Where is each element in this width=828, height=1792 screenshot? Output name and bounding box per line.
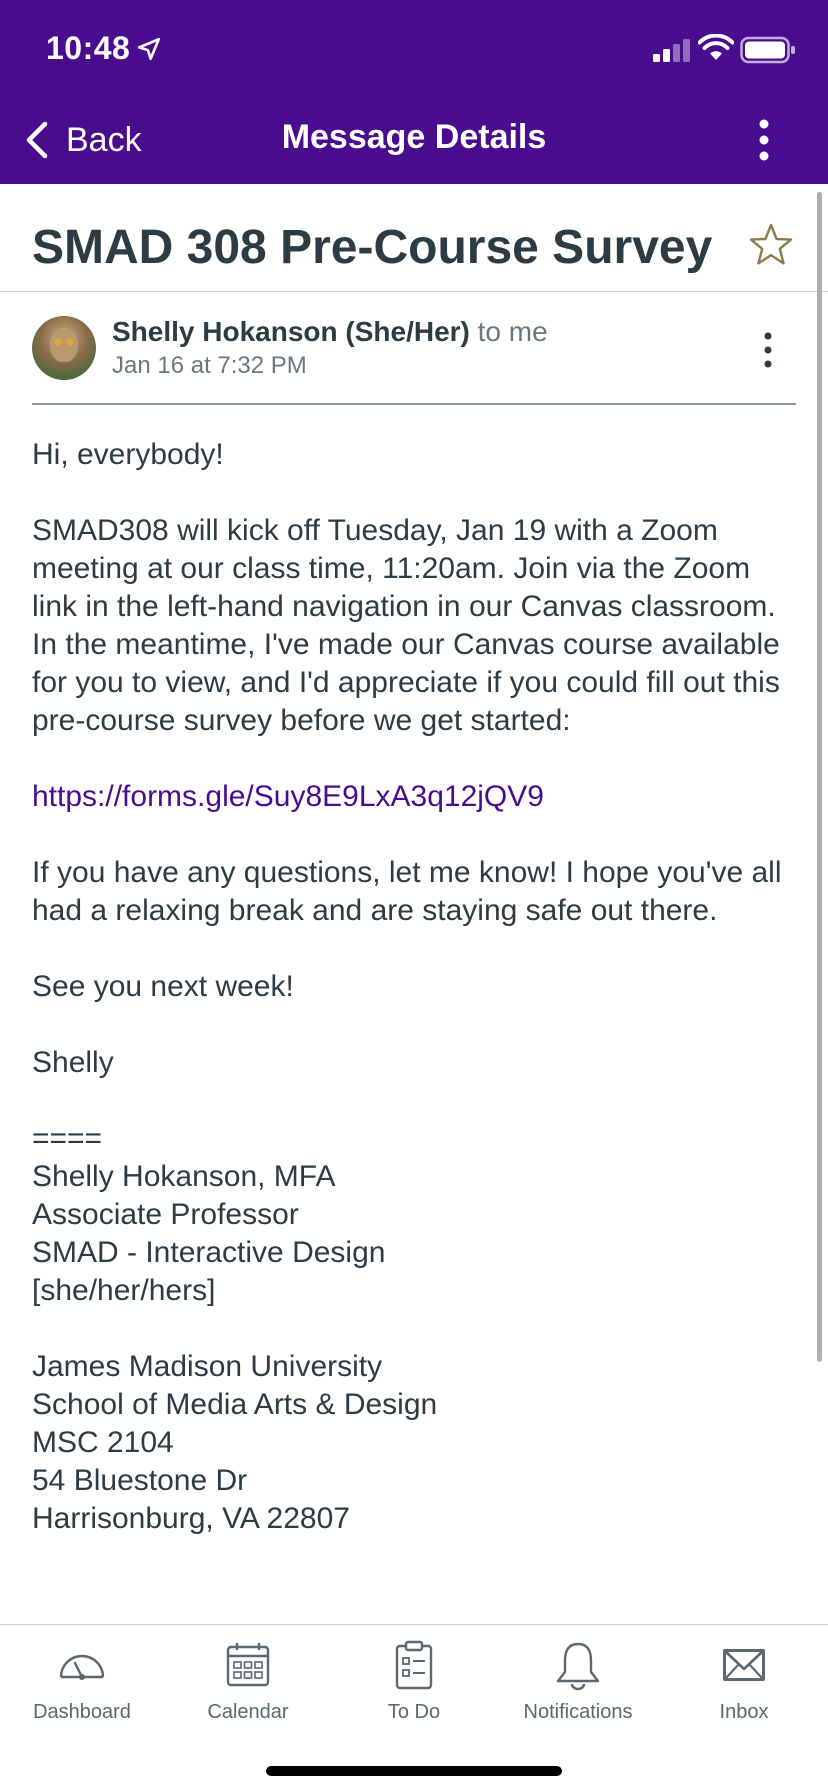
body-paragraph: If you have any questions, let me know! … xyxy=(32,856,782,927)
app-header: 10:48 Back Message Details xyxy=(0,0,828,184)
more-options-icon[interactable] xyxy=(748,118,780,162)
signature-line: Shelly Hokanson, MFA xyxy=(32,1160,336,1193)
signature-address: James Madison University School of Media… xyxy=(32,1348,796,1538)
star-icon[interactable] xyxy=(748,222,794,268)
message-body: Hi, everybody! SMAD308 will kick off Tue… xyxy=(32,436,796,1538)
calendar-icon xyxy=(226,1643,270,1687)
sender-name: Shelly Hokanson (She/Her) xyxy=(112,316,470,347)
signature-separator: ==== xyxy=(32,1122,103,1155)
avatar[interactable] xyxy=(32,316,96,380)
tab-label: Inbox xyxy=(719,1701,769,1723)
message-options-icon[interactable] xyxy=(756,330,780,370)
home-indicator[interactable] xyxy=(266,1766,562,1776)
tab-dashboard[interactable]: Dashboard xyxy=(2,1639,162,1724)
address-line: James Madison University xyxy=(32,1350,383,1383)
address-line: MSC 2104 xyxy=(32,1426,174,1459)
cell-signal-icon xyxy=(653,39,690,62)
tab-label: To Do xyxy=(387,1701,441,1723)
status-time: 10:48 xyxy=(46,30,131,66)
signature-line: [she/her/hers] xyxy=(32,1274,216,1307)
address-line: School of Media Arts & Design xyxy=(32,1388,438,1421)
tab-todo[interactable]: To Do xyxy=(334,1639,494,1724)
envelope-icon xyxy=(723,1649,765,1681)
page-title: Message Details xyxy=(281,118,547,156)
address-line: Harrisonburg, VA 22807 xyxy=(32,1502,350,1535)
header-divider xyxy=(32,403,796,405)
greeting: Hi, everybody! xyxy=(32,438,224,471)
wifi-icon xyxy=(698,34,734,60)
survey-link[interactable]: https://forms.gle/Suy8E9LxA3q12jQV9 xyxy=(32,780,544,813)
tab-label: Notifications xyxy=(523,1701,633,1723)
tab-inbox[interactable]: Inbox xyxy=(664,1639,824,1724)
sender-row: Shelly Hokanson (She/Her) to me Jan 16 a… xyxy=(32,316,796,404)
tab-notifications[interactable]: Notifications xyxy=(498,1639,658,1724)
dashboard-gauge-icon xyxy=(59,1654,105,1680)
signature-line: Associate Professor xyxy=(32,1198,299,1231)
signature-block: ==== Shelly Hokanson, MFA Associate Prof… xyxy=(32,1120,796,1310)
sender-line: Shelly Hokanson (She/Her) to me xyxy=(112,316,548,348)
tab-label: Calendar xyxy=(207,1701,289,1723)
scrollbar[interactable] xyxy=(817,192,822,1362)
message-date: Jan 16 at 7:32 PM xyxy=(112,352,307,379)
signoff: Shelly xyxy=(32,1046,114,1079)
bell-icon xyxy=(556,1642,600,1691)
location-arrow-icon xyxy=(137,37,161,61)
battery-icon xyxy=(740,36,795,64)
subject-row: SMAD 308 Pre-Course Survey xyxy=(0,184,828,292)
tab-label: Dashboard xyxy=(33,1701,131,1723)
address-line: 54 Bluestone Dr xyxy=(32,1464,248,1497)
body-paragraph: SMAD308 will kick off Tuesday, Jan 19 wi… xyxy=(32,514,780,737)
message-subject: SMAD 308 Pre-Course Survey xyxy=(32,221,713,274)
closing-line: See you next week! xyxy=(32,970,294,1003)
recipient-label: to me xyxy=(477,316,548,347)
tab-calendar[interactable]: Calendar xyxy=(168,1639,328,1724)
signature-line: SMAD - Interactive Design xyxy=(32,1236,386,1269)
clipboard-icon xyxy=(395,1640,433,1690)
